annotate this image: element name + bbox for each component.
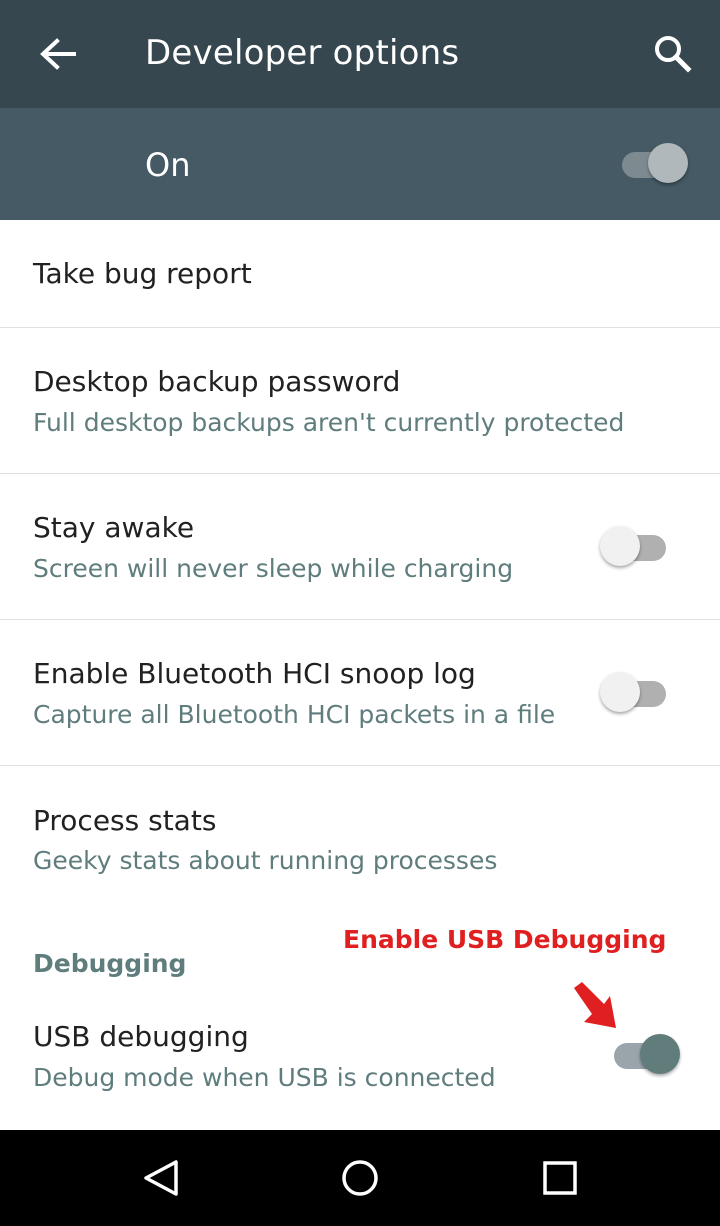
setting-stay-awake[interactable]: Stay awake Screen will never sleep while… [0,474,720,619]
annotation-label: Enable USB Debugging [343,925,667,954]
triangle-back-icon [144,1160,178,1196]
setting-title: Process stats [33,804,217,837]
master-switch-bar[interactable]: On [0,108,720,220]
setting-usb-debugging[interactable]: USB debugging Debug mode when USB is con… [0,1000,720,1130]
setting-subtitle: Debug mode when USB is connected [33,1063,496,1092]
back-button[interactable] [26,22,86,84]
square-recents-icon [543,1161,577,1195]
setting-process-stats[interactable]: Process stats Geeky stats about running … [0,766,720,900]
search-icon [655,36,692,73]
bluetooth-hci-toggle[interactable] [600,672,678,716]
setting-subtitle: Geeky stats about running processes [33,846,498,875]
section-header-debugging: Debugging [33,949,187,978]
setting-subtitle: Screen will never sleep while charging [33,554,514,583]
switch-thumb [600,526,640,566]
setting-subtitle: Capture all Bluetooth HCI packets in a f… [33,700,556,729]
setting-title: Take bug report [33,257,252,290]
app-bar: Developer options [0,0,720,108]
setting-bluetooth-hci-snoop-log[interactable]: Enable Bluetooth HCI snoop log Capture a… [0,620,720,765]
navigation-bar [0,1130,720,1226]
nav-home-button[interactable] [328,1148,392,1208]
switch-thumb [640,1034,680,1074]
master-switch-toggle[interactable] [618,143,690,187]
arrow-back-icon [40,38,76,70]
stay-awake-toggle[interactable] [600,526,678,570]
page-title: Developer options [145,33,460,73]
circle-home-icon [342,1160,378,1196]
setting-title: Desktop backup password [33,365,401,398]
setting-desktop-backup-password[interactable]: Desktop backup password Full desktop bac… [0,328,720,473]
nav-back-button[interactable] [128,1148,192,1208]
setting-title: Stay awake [33,511,195,544]
nav-recents-button[interactable] [528,1148,592,1208]
switch-thumb [600,672,640,712]
setting-subtitle: Full desktop backups aren't currently pr… [33,408,625,437]
switch-thumb [648,143,688,183]
setting-title: Enable Bluetooth HCI snoop log [33,657,476,690]
master-switch-label: On [145,146,191,184]
setting-take-bug-report[interactable]: Take bug report [0,220,720,327]
usb-debugging-toggle[interactable] [610,1034,682,1078]
setting-title: USB debugging [33,1020,249,1053]
search-button[interactable] [642,22,702,84]
